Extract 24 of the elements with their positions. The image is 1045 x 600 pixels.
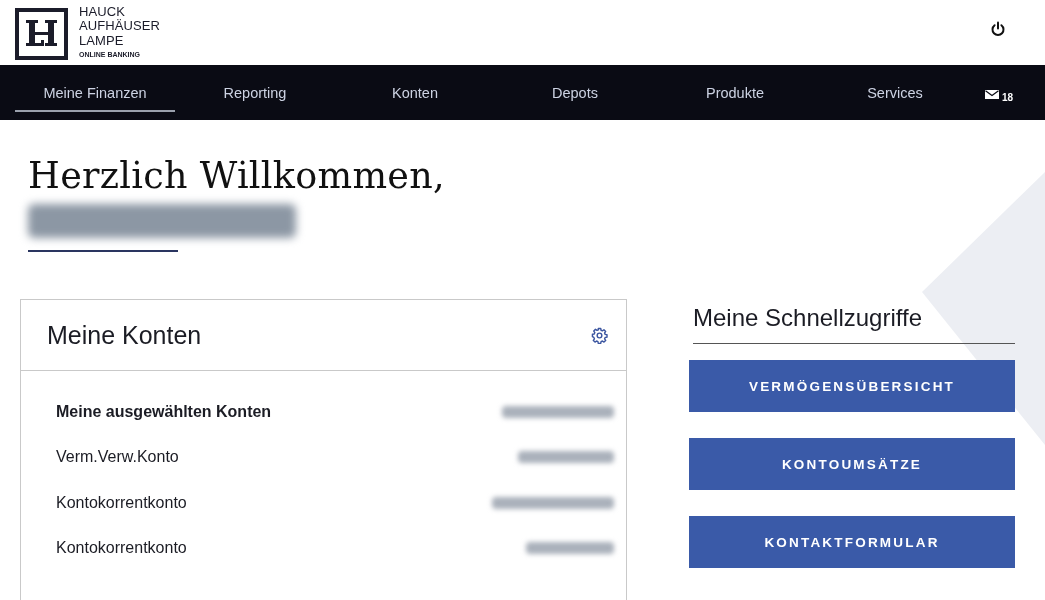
nav-tab[interactable]: Konten (335, 65, 495, 112)
quick-access-button[interactable]: KONTOUMSÄTZE (689, 438, 1015, 490)
logo-text: HAUCK (79, 4, 125, 19)
nav-tab[interactable]: Services (815, 65, 975, 112)
quick-access-button[interactable]: KONTAKTFORMULAR (689, 516, 1015, 568)
account-label: Meine ausgewählten Konten (56, 402, 272, 421)
nav-tab[interactable]: Reporting (175, 65, 335, 112)
logout-icon[interactable] (989, 19, 1007, 38)
logo-icon (15, 7, 68, 60)
mail-icon[interactable] (985, 90, 999, 99)
account-label: Kontokorrentkonto (56, 539, 187, 558)
settings-icon[interactable] (591, 326, 608, 344)
logo-text: AUFHÄUSER (79, 19, 161, 34)
card-title: Meine Konten (47, 320, 202, 350)
account-label: Verm.Verw.Konto (56, 448, 179, 467)
quick-access-button[interactable]: VERMÖGENSÜBERSICHT (689, 360, 1015, 412)
nav-tab[interactable]: Depots (495, 65, 655, 112)
section-title: Meine Schnellzugriffe (693, 303, 923, 333)
nav-tab[interactable]: Produkte (655, 65, 815, 112)
message-count: 18 (1002, 91, 1014, 103)
nav-tab[interactable]: Meine Finanzen (15, 65, 175, 112)
welcome-heading: Herzlich Willkommen, (28, 154, 445, 198)
logo-text: LAMPE (79, 33, 124, 48)
account-label: Kontokorrentkonto (56, 493, 187, 512)
